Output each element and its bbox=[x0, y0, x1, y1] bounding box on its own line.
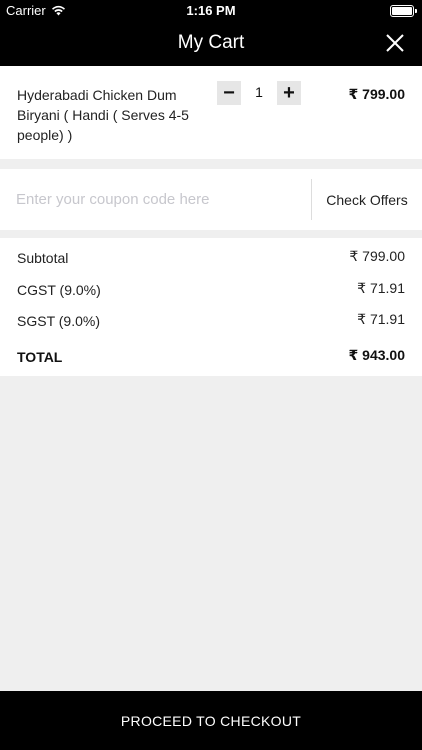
subtotal-value: ₹ 799.00 bbox=[349, 248, 405, 264]
sgst-value: ₹ 71.91 bbox=[357, 311, 405, 327]
price-summary: Subtotal ₹ 799.00 CGST (9.0%) ₹ 71.91 SG… bbox=[0, 238, 422, 376]
status-time: 1:16 PM bbox=[186, 3, 236, 18]
total-label: TOTAL bbox=[17, 349, 63, 365]
sgst-label: SGST (9.0%) bbox=[17, 313, 100, 329]
cgst-row: CGST (9.0%) ₹ 71.91 bbox=[0, 270, 422, 298]
page-title: My Cart bbox=[177, 32, 245, 53]
total-row: TOTAL ₹ 943.00 bbox=[0, 337, 422, 365]
increase-quantity-button[interactable]: + bbox=[277, 81, 301, 105]
item-name: Hyderabadi Chicken Dum Biryani ( Handi (… bbox=[17, 87, 189, 143]
subtotal-row: Subtotal ₹ 799.00 bbox=[0, 238, 422, 266]
navigation-bar: My Cart bbox=[0, 22, 422, 66]
battery-icon bbox=[390, 5, 417, 17]
coupon-section: Check Offers bbox=[0, 169, 422, 230]
status-bar: Carrier 1:16 PM bbox=[0, 0, 422, 22]
cgst-value: ₹ 71.91 bbox=[357, 280, 405, 296]
coupon-input[interactable] bbox=[16, 181, 306, 217]
subtotal-label: Subtotal bbox=[17, 250, 69, 266]
check-offers-button[interactable]: Check Offers bbox=[312, 169, 422, 230]
total-value: ₹ 943.00 bbox=[348, 347, 405, 363]
cgst-label: CGST (9.0%) bbox=[17, 282, 101, 298]
proceed-to-checkout-button[interactable]: PROCEED TO CHECKOUT bbox=[0, 691, 422, 750]
item-quantity: 1 bbox=[255, 84, 263, 100]
decrease-quantity-button[interactable]: − bbox=[217, 81, 241, 105]
sgst-row: SGST (9.0%) ₹ 71.91 bbox=[0, 301, 422, 329]
cart-item: Hyderabadi Chicken Dum Biryani ( Handi (… bbox=[0, 66, 422, 159]
close-icon[interactable] bbox=[382, 30, 408, 56]
item-price: ₹ 799.00 bbox=[348, 86, 405, 102]
